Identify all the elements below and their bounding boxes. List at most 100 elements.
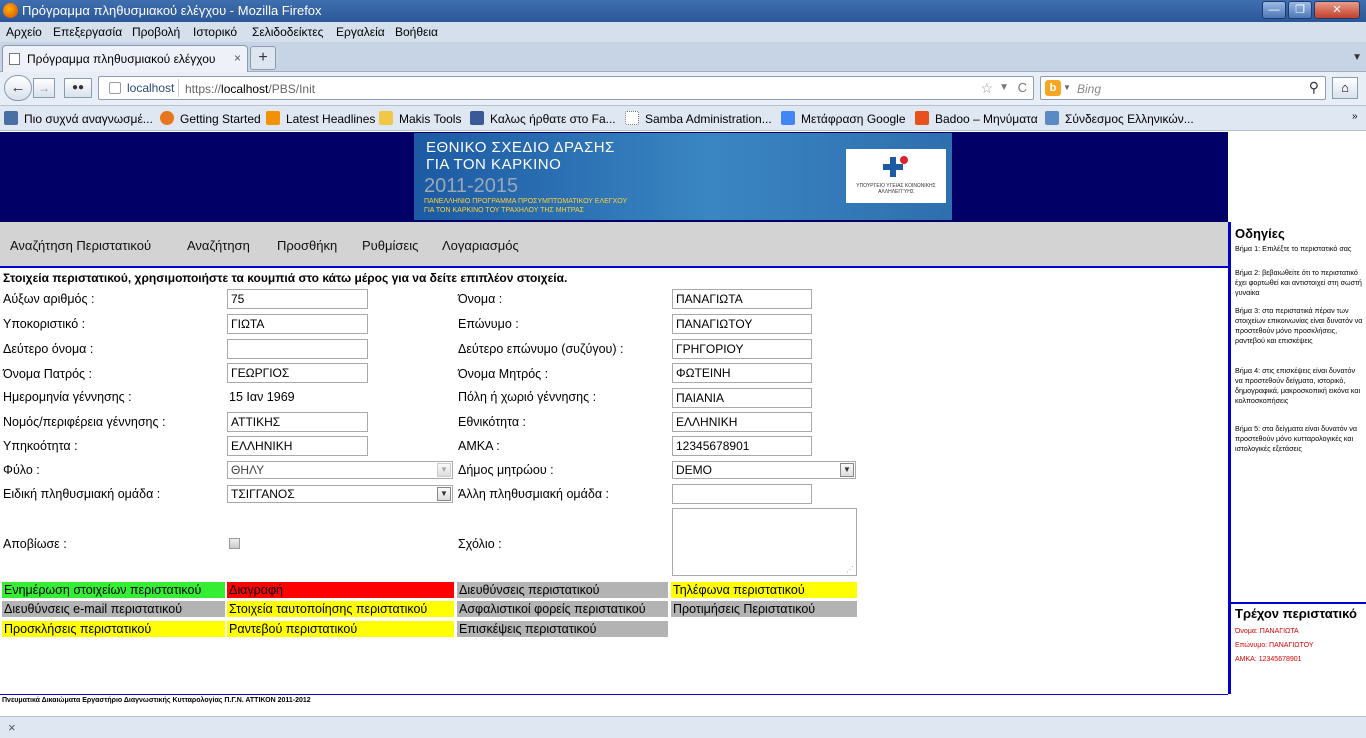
bookmark-links[interactable]: Σύνδεσμος Ελληνικών... [1045, 111, 1194, 126]
special-group-label: Ειδική πληθυσμιακή ομάδα : [3, 487, 161, 501]
birth-region-label: Νομός/περιφέρεια γέννησης : [3, 415, 166, 429]
nickname-input[interactable]: ΓΙΩΤΑ [227, 314, 368, 334]
bookmark-latest-headlines[interactable]: Latest Headlines [266, 111, 375, 126]
identity-icon[interactable]: ●● [64, 78, 92, 98]
comment-textarea[interactable]: ⋰ [672, 508, 857, 576]
second-surname-input[interactable]: ΓΡΗΓΟΡΙΟΥ [672, 339, 812, 359]
new-tab-button[interactable]: + [250, 46, 276, 70]
amka-input[interactable]: 12345678901 [672, 436, 812, 456]
maximize-button[interactable]: ❐ [1288, 1, 1312, 19]
nav-add[interactable]: Προσθήκη [277, 238, 337, 253]
case-emails-button[interactable]: Διευθύνσεις e-mail περιστατικού [2, 601, 225, 617]
municipality-select[interactable]: DEMO ▼ [672, 461, 856, 479]
municipality-label: Δήμος μητρώου : [458, 463, 554, 477]
menu-history[interactable]: Ιστορικό [193, 25, 237, 39]
menu-help[interactable]: Βοήθεια [395, 25, 438, 39]
case-appointments-button[interactable]: Ραντεβού περιστατικού [227, 621, 454, 637]
citizenship-input[interactable]: ΕΛΛΗΝΙΚΗ [227, 436, 368, 456]
nav-account[interactable]: Λογαριασμός [442, 238, 519, 253]
url-dropdown-icon[interactable]: ▼ [999, 82, 1009, 93]
menu-edit[interactable]: Επεξεργασία [53, 25, 122, 39]
mother-name-input[interactable]: ΦΩΤΕΙΝΗ [672, 363, 812, 383]
instruction-step-3: Βήμα 3: στα περιστατικά πέραν των στοιχε… [1235, 306, 1363, 345]
middle-name-input[interactable] [227, 339, 368, 359]
bookmark-getting-started[interactable]: Getting Started [160, 111, 261, 126]
nav-case-search[interactable]: Αναζήτηση Περιστατικού [10, 238, 151, 253]
firstname-input[interactable]: ΠΑΝΑΓΙΩΤΑ [672, 289, 812, 309]
ministry-logo: ΥΠΟΥΡΓΕΙΟ ΥΓΕΙΑΣ ΚΟΙΝΩΝΙΚΗΣ ΑΛΛΗΛΕΓΓΥΗΣ [846, 149, 946, 203]
case-visits-button[interactable]: Επισκέψεις περιστατικού [457, 621, 668, 637]
most-visited-icon [4, 111, 18, 125]
instruction-step-4: Βήμα 4: στις επισκέψεις είναι δυνατόν να… [1235, 366, 1361, 405]
reload-icon[interactable]: C [1018, 80, 1027, 95]
tab-list-icon[interactable]: ▼ [1352, 52, 1362, 63]
bookmark-samba[interactable]: Samba Administration... [625, 111, 772, 126]
firstname-label: Όνομα : [458, 292, 503, 306]
current-case-amka: ΑΜΚΑ: 12345678901 [1235, 656, 1302, 663]
tab-close-icon[interactable]: × [234, 51, 241, 65]
birth-region-input[interactable]: ΑΤΤΙΚΗΣ [227, 412, 368, 432]
birthdate-label: Ημερομηνία γέννησης : [3, 390, 132, 404]
bookmark-makis-tools[interactable]: Makis Tools [379, 111, 461, 126]
update-case-button[interactable]: Ενημέρωση στοιχείων περιστατικού [2, 582, 225, 598]
case-identification-button[interactable]: Στοιχεία ταυτοποίησης περιστατικού [227, 601, 454, 617]
site-host: localhost [127, 81, 175, 95]
other-group-label: Άλλη πληθυσμιακή ομάδα : [458, 487, 609, 501]
navigation-bar: ← → ●● localhost https://localhost/PBS/I… [0, 72, 1366, 106]
bookmarks-overflow-icon[interactable]: » [1352, 111, 1358, 122]
tab-bar: Πρόγραμμα πληθυσμιακού ελέγχου × + ▼ [0, 42, 1366, 72]
home-button[interactable]: ⌂ [1332, 77, 1358, 99]
second-surname-label: Δεύτερο επώνυμο (συζύγου) : [458, 342, 624, 356]
close-window-button[interactable]: ✕ [1314, 1, 1360, 19]
special-group-select[interactable]: ΤΣΙΓΓΑΝΟΣ ▼ [227, 485, 453, 503]
father-name-input[interactable]: ΓΕΩΡΓΙΟΣ [227, 363, 368, 383]
gender-select[interactable]: ΘΗΛΥ ▼ [227, 461, 453, 479]
badoo-icon [915, 111, 929, 125]
delete-button[interactable]: Διαγραφή [227, 582, 454, 598]
facebook-icon [470, 111, 484, 125]
minimize-button[interactable]: — [1262, 1, 1286, 19]
banner-title-line2: ΓΙΑ ΤΟΝ ΚΑΡΚΙΝΟ [426, 156, 562, 173]
birth-city-input[interactable]: ΠΑΙΑΝΙΑ [672, 388, 812, 408]
menu-tools[interactable]: Εργαλεία [336, 25, 385, 39]
copyright-footer: Πνευματικά Δικαιώματα Εργαστήριο Διαγνωσ… [2, 697, 311, 704]
instructions-sidebar: Οδηγίες Βήμα 1: Επιλέξτε το περιστατικό … [1228, 222, 1366, 694]
amka-label: ΑΜΚΑ : [458, 439, 500, 453]
case-phones-button[interactable]: Τηλέφωνα περιστατικού [671, 582, 857, 598]
menu-file[interactable]: Αρχείο [6, 25, 42, 39]
banner-subtitle-line1: ΠΑΝΕΛΛΗΝΙΟ ΠΡΟΓΡΑΜΜΑ ΠΡΟΣΥΜΠΤΩΜΑΤΙΚΟΥ ΕΛ… [424, 198, 628, 205]
case-preferences-button[interactable]: Προτιμήσεις Περιστατικού [671, 601, 857, 617]
gender-label: Φύλο : [3, 463, 40, 477]
deceased-checkbox[interactable] [229, 538, 240, 549]
menu-bookmarks[interactable]: Σελιδοδείκτες [252, 25, 323, 39]
engine-dropdown-icon[interactable]: ▼ [1063, 83, 1071, 92]
comment-label: Σχόλιο : [458, 537, 502, 551]
nav-search[interactable]: Αναζήτηση [187, 238, 250, 253]
close-addon-bar-icon[interactable]: × [8, 720, 16, 735]
menu-view[interactable]: Προβολή [132, 25, 180, 39]
url-bar[interactable]: localhost https://localhost/PBS/Init ☆ ▼… [98, 76, 1034, 100]
nav-settings[interactable]: Ρυθμίσεις [362, 238, 418, 253]
case-invitations-button[interactable]: Προσκλήσεις περιστατικού [2, 621, 225, 637]
ethnicity-input[interactable]: ΕΛΛΗΝΙΚΗ [672, 412, 812, 432]
other-group-input[interactable] [672, 484, 812, 504]
case-insurance-button[interactable]: Ασφαλιστικοί φορείς περιστατικού [457, 601, 668, 617]
search-bar[interactable]: b ▼ Bing ⚲ [1040, 76, 1326, 100]
case-addresses-button[interactable]: Διευθύνσεις περιστατικού [457, 582, 668, 598]
site-identity[interactable]: localhost [103, 79, 179, 97]
bookmark-facebook[interactable]: Καλως ήρθατε στο Fa... [470, 111, 616, 126]
bookmark-star-icon[interactable]: ☆ [980, 80, 993, 97]
serial-input[interactable]: 75 [227, 289, 368, 309]
resize-grip-icon[interactable]: ⋰ [846, 565, 854, 574]
back-button[interactable]: ← [4, 75, 32, 101]
bookmark-google-translate[interactable]: Μετάφραση Google [781, 111, 906, 126]
surname-input[interactable]: ΠΑΝΑΓΙΩΤΟΥ [672, 314, 812, 334]
bookmark-most-visited[interactable]: Πιο συχνά αναγνωσμέ... [4, 111, 153, 126]
banner-title-line1: ΕΘΝΙΚΟ ΣΧΕΔΙΟ ΔΡΑΣΗΣ [426, 139, 615, 156]
bing-icon[interactable]: b [1045, 80, 1061, 96]
search-icon[interactable]: ⚲ [1309, 79, 1319, 96]
tab-active[interactable]: Πρόγραμμα πληθυσμιακού ελέγχου × [2, 45, 248, 72]
bookmark-badoo[interactable]: Badoo – Μηνύματα [915, 111, 1038, 126]
chevron-down-icon: ▼ [437, 463, 451, 477]
forward-button[interactable]: → [33, 78, 55, 98]
